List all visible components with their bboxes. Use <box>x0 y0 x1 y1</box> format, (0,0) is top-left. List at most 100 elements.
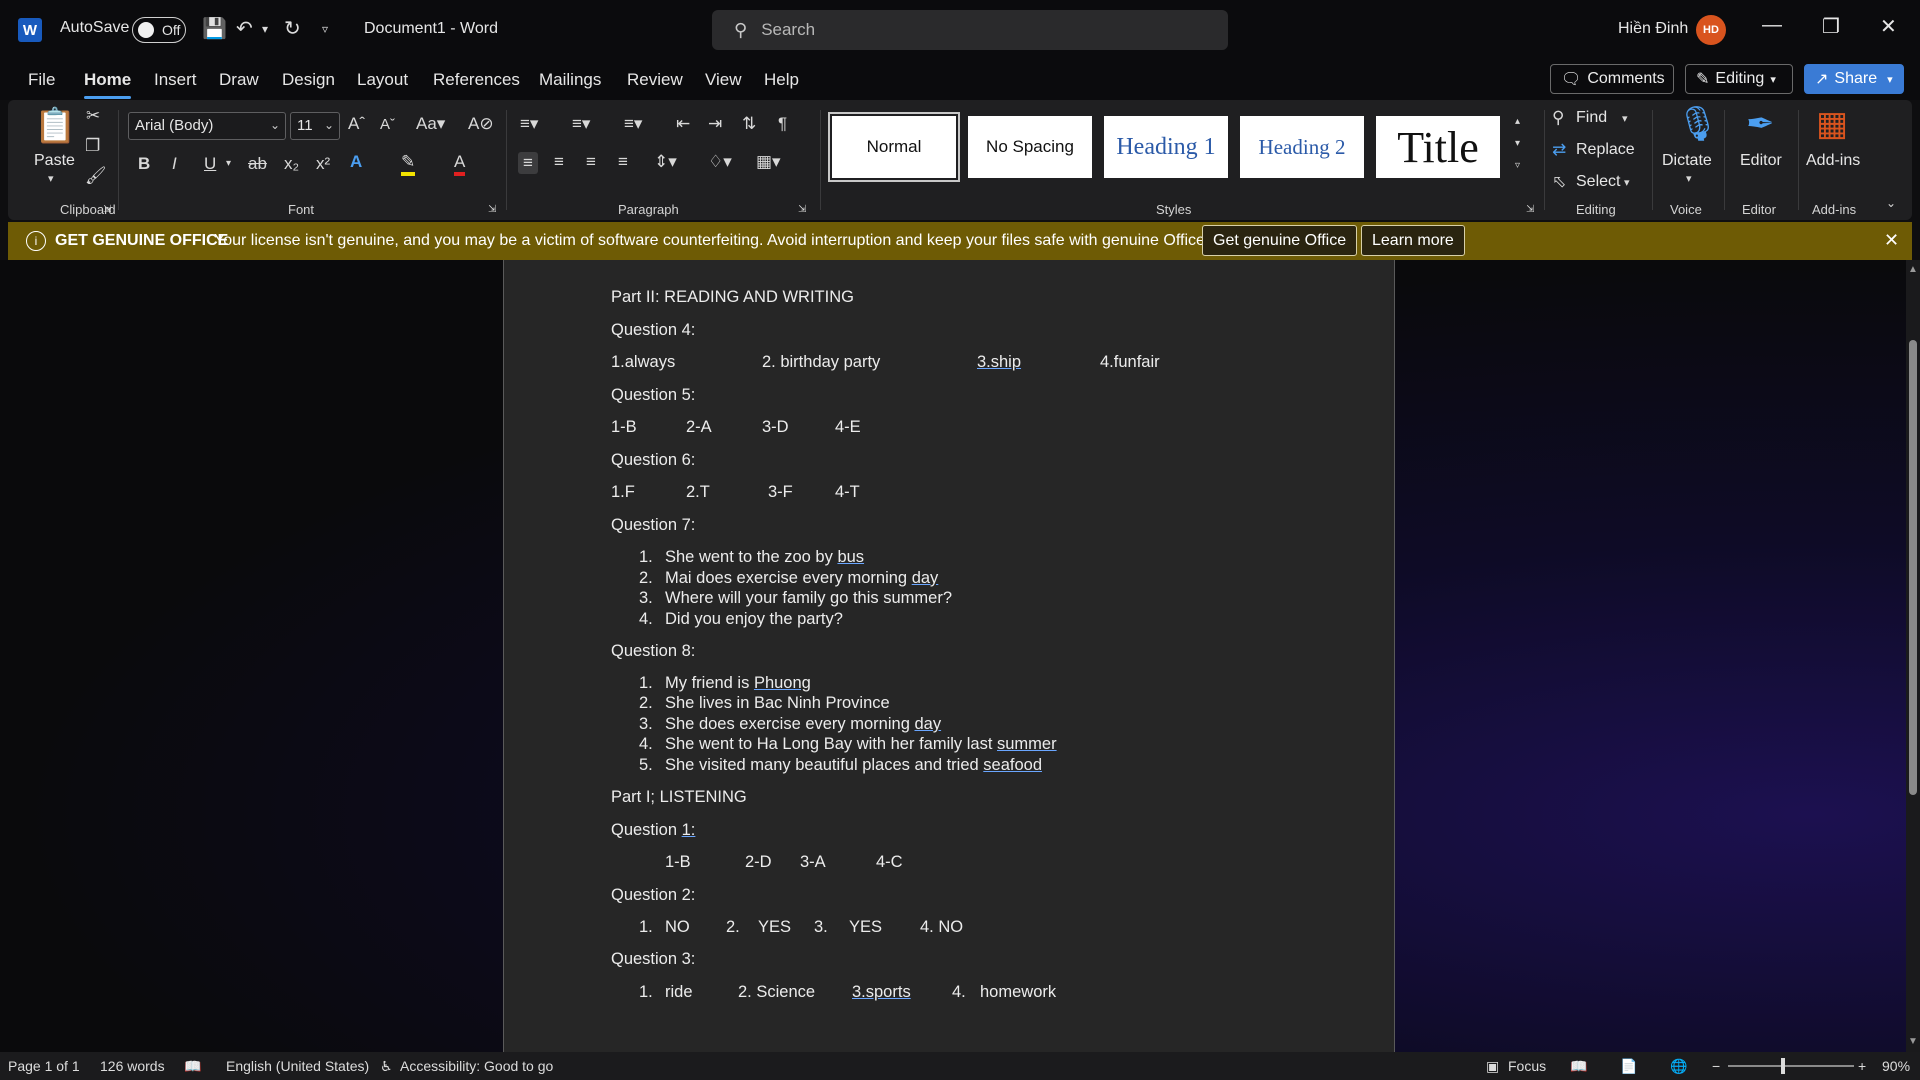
font-color-icon[interactable]: A <box>454 152 466 176</box>
tab-home[interactable]: Home <box>84 70 132 99</box>
editor-pen-icon[interactable]: ✒ <box>1746 104 1775 144</box>
tab-review[interactable]: Review <box>627 70 683 90</box>
vertical-scrollbar[interactable]: ▲ ▼ <box>1906 260 1920 1052</box>
save-icon[interactable]: 💾 <box>202 16 227 41</box>
restore-icon[interactable]: ❐ <box>1822 14 1840 39</box>
editing-mode-button[interactable]: ✎ Editing ▾ <box>1685 64 1793 94</box>
customize-toolbar-icon[interactable]: ▿ <box>322 22 328 36</box>
chevron-down-icon[interactable]: ▾ <box>1515 138 1520 149</box>
scroll-up-icon[interactable]: ▲ <box>1908 264 1918 275</box>
user-name[interactable]: Hiền Đinh <box>1618 20 1688 38</box>
font-size-select[interactable]: 11 ⌄ <box>290 112 340 140</box>
increase-indent-icon[interactable]: ⇥ <box>708 114 722 134</box>
tab-layout[interactable]: Layout <box>357 70 408 90</box>
style-title[interactable]: Title <box>1376 116 1500 178</box>
select-icon[interactable]: ⬁ <box>1552 172 1566 192</box>
borders-icon[interactable]: ▦▾ <box>756 152 781 172</box>
chevron-down-icon[interactable]: ▾ <box>1622 112 1628 125</box>
proofing-icon[interactable]: 📖 <box>184 1058 201 1075</box>
style-no-spacing[interactable]: No Spacing <box>968 116 1092 178</box>
redo-icon[interactable]: ↻ <box>284 16 301 41</box>
paste-label[interactable]: Paste <box>34 152 75 170</box>
italic-icon[interactable]: I <box>172 154 177 174</box>
shading-icon[interactable]: ♢▾ <box>708 152 732 172</box>
show-formatting-icon[interactable]: ¶ <box>778 114 787 134</box>
sort-icon[interactable]: ⇅ <box>742 114 756 134</box>
chevron-down-icon[interactable]: ▾ <box>48 172 54 185</box>
replace-label[interactable]: Replace <box>1576 141 1635 159</box>
autosave-toggle[interactable]: Off <box>132 17 186 43</box>
find-label[interactable]: Find <box>1576 109 1607 127</box>
bullets-icon[interactable]: ≡▾ <box>520 114 538 134</box>
format-painter-icon[interactable]: 🖌 <box>85 166 107 186</box>
tab-view[interactable]: View <box>705 70 742 90</box>
dictate-label[interactable]: Dictate <box>1662 152 1712 170</box>
zoom-slider[interactable] <box>1728 1065 1854 1067</box>
clear-formatting-icon[interactable]: A⊘ <box>468 114 494 134</box>
underline-icon[interactable]: U <box>204 154 216 174</box>
dialog-launcher-icon[interactable]: ⇲ <box>488 204 496 215</box>
focus-label[interactable]: Focus <box>1508 1058 1546 1074</box>
undo-dropdown-icon[interactable]: ▾ <box>262 22 268 36</box>
collapse-ribbon-icon[interactable]: ⌄ <box>1886 196 1896 210</box>
styles-gallery-scroll[interactable]: ▴ ▾ ▿ <box>1513 116 1529 182</box>
read-mode-icon[interactable]: 📖 <box>1570 1058 1587 1075</box>
minimize-icon[interactable]: — <box>1762 14 1782 37</box>
accessibility-status[interactable]: Accessibility: Good to go <box>400 1058 553 1074</box>
chevron-down-icon[interactable]: ▾ <box>1624 176 1630 189</box>
superscript-icon[interactable]: x² <box>316 154 330 174</box>
editor-label[interactable]: Editor <box>1740 152 1782 170</box>
scroll-down-icon[interactable]: ▼ <box>1908 1036 1918 1047</box>
replace-icon[interactable]: ⇄ <box>1552 140 1566 160</box>
paste-icon[interactable]: 📋 <box>34 106 76 146</box>
language[interactable]: English (United States) <box>226 1058 369 1074</box>
scroll-thumb[interactable] <box>1909 340 1917 795</box>
multilevel-list-icon[interactable]: ≡▾ <box>624 114 642 134</box>
numbering-icon[interactable]: ≡▾ <box>572 114 590 134</box>
word-count[interactable]: 126 words <box>100 1058 165 1074</box>
align-left-icon[interactable]: ≡ <box>518 152 538 174</box>
document-page[interactable]: Part II: READING AND WRITING Question 4:… <box>503 260 1395 1052</box>
change-case-icon[interactable]: Aa▾ <box>416 114 445 134</box>
style-normal[interactable]: Normal <box>828 112 960 182</box>
tab-file[interactable]: File <box>28 70 55 90</box>
subscript-icon[interactable]: x₂ <box>284 154 299 174</box>
comments-button[interactable]: 🗨 Comments <box>1550 64 1674 94</box>
addins-label[interactable]: Add-ins <box>1806 152 1860 170</box>
justify-icon[interactable]: ≡ <box>618 152 628 172</box>
web-layout-icon[interactable]: 🌐 <box>1670 1058 1687 1075</box>
align-center-icon[interactable]: ≡ <box>554 152 564 172</box>
tab-draw[interactable]: Draw <box>219 70 259 90</box>
copy-icon[interactable]: ❐ <box>85 136 100 156</box>
tab-design[interactable]: Design <box>282 70 335 90</box>
text-effects-icon[interactable]: A <box>350 152 362 172</box>
shrink-font-icon[interactable]: Aˇ <box>380 116 395 133</box>
highlight-icon[interactable]: ✎ <box>401 152 416 176</box>
tab-references[interactable]: References <box>433 70 520 90</box>
chevron-down-icon[interactable]: ▾ <box>226 158 231 169</box>
decrease-indent-icon[interactable]: ⇤ <box>676 114 690 134</box>
search-box[interactable]: ⚲ Search <box>712 10 1228 50</box>
dialog-launcher-icon[interactable]: ⇲ <box>1526 204 1534 215</box>
style-heading-2[interactable]: Heading 2 <box>1240 116 1364 178</box>
strikethrough-icon[interactable]: ab <box>248 154 267 174</box>
grow-font-icon[interactable]: Aˆ <box>348 114 365 134</box>
tab-mailings[interactable]: Mailings <box>539 70 601 90</box>
focus-icon[interactable]: ▣ <box>1486 1058 1499 1075</box>
tab-insert[interactable]: Insert <box>154 70 197 90</box>
zoom-level[interactable]: 90% <box>1882 1058 1910 1074</box>
cut-icon[interactable]: ✂ <box>86 106 100 126</box>
close-icon[interactable]: ✕ <box>1884 230 1899 251</box>
zoom-out-icon[interactable]: − <box>1712 1058 1720 1074</box>
avatar[interactable]: HD <box>1696 15 1726 45</box>
accessibility-icon[interactable]: ♿ <box>380 1058 393 1075</box>
align-right-icon[interactable]: ≡ <box>586 152 596 172</box>
chevron-down-icon[interactable]: ▾ <box>1686 172 1692 185</box>
line-spacing-icon[interactable]: ⇕▾ <box>654 152 677 172</box>
page-count[interactable]: Page 1 of 1 <box>8 1058 80 1074</box>
font-family-select[interactable]: Arial (Body) ⌄ <box>128 112 286 140</box>
undo-icon[interactable]: ↶ <box>236 16 253 41</box>
find-icon[interactable]: ⚲ <box>1552 108 1564 128</box>
microphone-icon[interactable]: 🎙 <box>1676 104 1719 144</box>
more-styles-icon[interactable]: ▿ <box>1515 160 1520 171</box>
